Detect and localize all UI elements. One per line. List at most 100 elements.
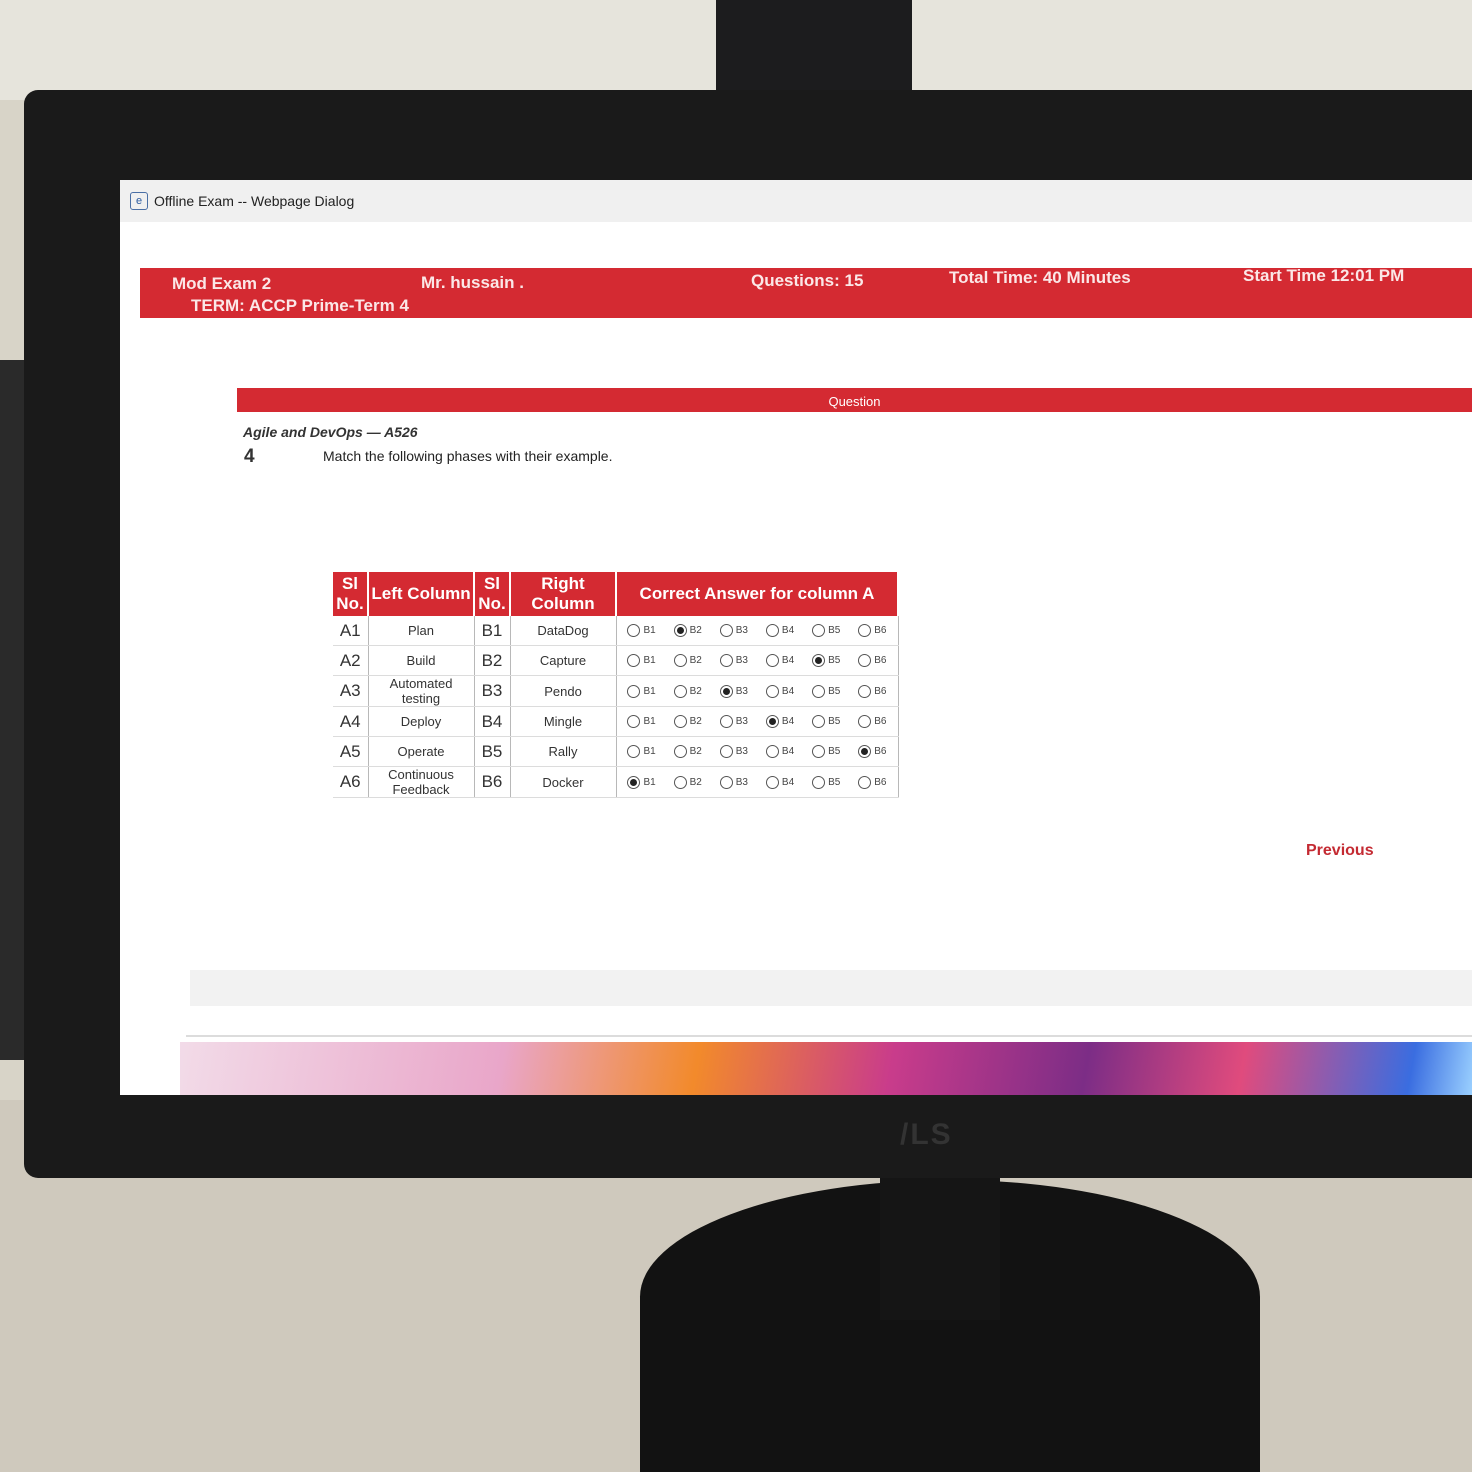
radio-button[interactable]: [858, 684, 872, 698]
screen: e Offline Exam -- Webpage Dialog Mod Exa…: [120, 180, 1472, 1095]
total-time-label: Total Time:: [949, 268, 1039, 287]
answer-option-b6[interactable]: B6: [858, 684, 887, 698]
radio-group: B1 B2 B3 B4 B5 B6: [619, 715, 896, 728]
radio-button[interactable]: [673, 775, 687, 789]
answer-option-b1[interactable]: B1: [627, 654, 656, 667]
answer-option-b4[interactable]: B4: [765, 715, 794, 728]
radio-button[interactable]: [812, 715, 826, 728]
radio-button[interactable]: [627, 684, 641, 698]
radio-button[interactable]: [719, 715, 733, 728]
answer-option-b6[interactable]: B6: [858, 775, 886, 789]
radio-button[interactable]: [673, 745, 687, 758]
answer-option-b3[interactable]: B3: [719, 624, 748, 637]
table-row: A5 Operate B5 Rally B1 B2 B3 B4 B5 B6: [333, 736, 899, 767]
radio-button[interactable]: [765, 624, 779, 637]
answer-option-b6[interactable]: B6: [858, 715, 886, 728]
answer-option-b4[interactable]: B4: [765, 624, 794, 637]
answer-option-b1[interactable]: B1: [627, 745, 656, 758]
answer-option-b4[interactable]: B4: [765, 745, 794, 758]
radio-button[interactable]: [627, 715, 641, 728]
answer-option-b4[interactable]: B4: [765, 775, 794, 789]
answer-option-b5[interactable]: B5: [812, 624, 840, 637]
answer-option-b5[interactable]: B5: [812, 654, 840, 667]
radio-button[interactable]: [673, 684, 687, 698]
right-id: B3: [474, 675, 511, 707]
radio-button[interactable]: [812, 654, 826, 667]
answer-option-b5[interactable]: B5: [812, 715, 840, 728]
answer-option-b2[interactable]: B2: [673, 715, 702, 728]
match-table: Sl No. Left Column Sl No. Right Column C…: [333, 572, 899, 798]
radio-button[interactable]: [765, 684, 779, 698]
question-text: Match the following phases with their ex…: [323, 448, 613, 464]
radio-button[interactable]: [719, 745, 733, 758]
answer-option-b6[interactable]: B6: [858, 624, 886, 637]
radio-label: B1: [643, 746, 656, 757]
answer-option-b1[interactable]: B1: [627, 624, 656, 637]
radio-button[interactable]: [719, 684, 733, 698]
left-id: A4: [333, 706, 369, 737]
radio-button[interactable]: [765, 745, 779, 758]
answer-option-b3[interactable]: B3: [719, 715, 748, 728]
answer-option-b1[interactable]: B1: [627, 715, 656, 728]
answer-option-b3[interactable]: B3: [719, 684, 748, 698]
answer-option-b5[interactable]: B5: [812, 775, 841, 789]
question-bar: Question: [237, 388, 1472, 412]
radio-button[interactable]: [673, 715, 687, 728]
radio-button[interactable]: [812, 775, 826, 789]
question-subject: Agile and DevOps — A526: [243, 424, 418, 440]
radio-button[interactable]: [858, 745, 872, 758]
answer-option-b1[interactable]: B1: [627, 684, 656, 698]
answer-option-b1[interactable]: B1: [627, 775, 656, 789]
radio-label: B4: [781, 655, 795, 666]
answer-option-b3[interactable]: B3: [719, 745, 748, 758]
radio-label: B2: [689, 685, 702, 697]
radio-button[interactable]: [812, 624, 826, 637]
answer-option-b5[interactable]: B5: [812, 684, 840, 698]
radio-label: B3: [735, 746, 748, 757]
answer-option-b2[interactable]: B2: [673, 745, 702, 758]
answer-option-b2[interactable]: B2: [673, 654, 702, 667]
answer-option-b3[interactable]: B3: [719, 775, 748, 789]
radio-label: B5: [828, 776, 841, 788]
answer-option-b6[interactable]: B6: [858, 654, 886, 667]
radio-button[interactable]: [858, 654, 872, 667]
radio-button[interactable]: [673, 654, 687, 667]
answer-option-b4[interactable]: B4: [765, 684, 794, 698]
radio-label: B6: [874, 685, 887, 697]
radio-button[interactable]: [673, 624, 687, 637]
header-sl-right: Sl No.: [474, 572, 511, 616]
right-id: B6: [474, 766, 511, 798]
radio-button[interactable]: [627, 745, 641, 758]
radio-button[interactable]: [858, 715, 872, 728]
answer-option-b3[interactable]: B3: [719, 654, 748, 667]
webcam: [716, 0, 912, 90]
radio-button[interactable]: [765, 775, 779, 789]
radio-button[interactable]: [627, 775, 641, 789]
answer-option-b5[interactable]: B5: [812, 745, 840, 758]
answer-option-b2[interactable]: B2: [673, 775, 702, 789]
radio-button[interactable]: [627, 654, 641, 667]
answer-option-b6[interactable]: B6: [858, 745, 886, 758]
radio-button[interactable]: [812, 684, 826, 698]
exam-header: Mod Exam 2 TERM: ACCP Prime-Term 4 Mr. h…: [140, 266, 1472, 318]
radio-button[interactable]: [719, 775, 733, 789]
right-item: Capture: [510, 645, 617, 676]
radio-label: B5: [828, 625, 841, 636]
radio-button[interactable]: [765, 715, 779, 728]
radio-button[interactable]: [719, 624, 733, 637]
radio-button[interactable]: [858, 775, 872, 789]
right-id: B1: [474, 616, 511, 646]
answer-option-b2[interactable]: B2: [673, 624, 702, 637]
right-id: B4: [474, 706, 511, 737]
radio-button[interactable]: [812, 745, 826, 758]
radio-button[interactable]: [627, 624, 641, 637]
answer-option-b4[interactable]: B4: [765, 654, 795, 667]
right-item: Rally: [510, 736, 617, 767]
previous-button[interactable]: Previous: [1306, 842, 1374, 860]
radio-button[interactable]: [858, 624, 872, 637]
radio-button[interactable]: [719, 654, 733, 667]
radio-button[interactable]: [765, 654, 779, 667]
left-item: Plan: [368, 616, 475, 646]
radio-group: B1 B2 B3 B4 B5 B6: [619, 654, 896, 667]
answer-option-b2[interactable]: B2: [673, 684, 702, 698]
